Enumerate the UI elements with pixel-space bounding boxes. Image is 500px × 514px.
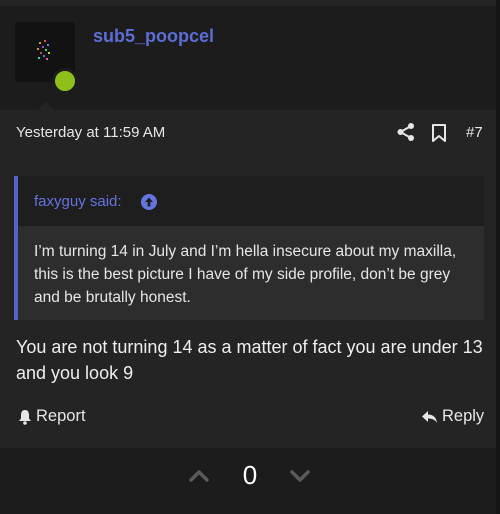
report-label: Report <box>36 407 86 425</box>
quote-header: faxyguy said: <box>18 176 484 226</box>
vote-score: 0 <box>242 460 258 490</box>
share-icon[interactable] <box>396 122 416 142</box>
chevron-up-icon[interactable] <box>188 468 210 484</box>
post-container: sub5_poopcel Yesterday at 11:59 AM #7 fa… <box>0 0 500 514</box>
post-number[interactable]: #7 <box>466 124 483 141</box>
bell-icon <box>19 409 31 425</box>
quote-author[interactable]: faxyguy said: <box>34 193 122 210</box>
quote-text: I’m turning 14 in July and I’m hella ins… <box>34 243 457 306</box>
vote-bar: 0 <box>0 448 496 514</box>
reply-button[interactable]: Reply <box>421 407 484 426</box>
arrow-up-circle-icon[interactable] <box>140 193 158 211</box>
author-username[interactable]: sub5_poopcel <box>93 26 214 47</box>
reply-label: Reply <box>442 407 485 425</box>
online-status-indicator <box>52 68 78 94</box>
header-pointer <box>34 102 58 114</box>
bookmark-icon[interactable] <box>430 123 448 143</box>
report-button[interactable]: Report <box>18 407 86 426</box>
post-body: You are not turning 14 as a matter of fa… <box>16 337 483 383</box>
post-header: sub5_poopcel <box>0 6 496 114</box>
chevron-down-icon[interactable] <box>289 468 311 484</box>
quote-block: faxyguy said: I’m turning 14 in July and… <box>14 176 484 320</box>
post-timestamp[interactable]: Yesterday at 11:59 AM <box>16 124 165 141</box>
right-edge-border <box>496 0 500 514</box>
reply-arrow-icon <box>422 410 437 423</box>
